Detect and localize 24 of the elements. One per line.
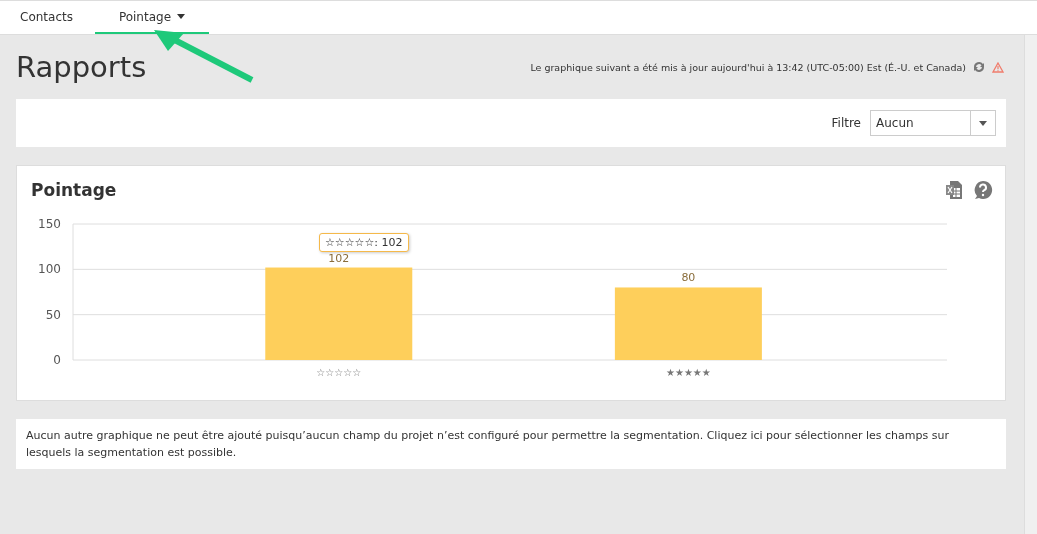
data-label: 102 <box>328 251 350 265</box>
filter-dropdown[interactable]: Aucun <box>870 110 996 136</box>
segmentation-message: Aucun autre graphique ne peut être ajouté puisqu’aucun champ du projet n’est configuré pour permettre la segmentation. Cliquez ici pour sélectionner les champs sur lesquels la segmentation est possible. <box>26 428 950 461</box>
chart-tooltip: ☆☆☆☆☆: 102 <box>319 233 409 252</box>
warning-icon[interactable] <box>992 61 1004 73</box>
chart-bar[interactable] <box>265 267 413 360</box>
axis-tick-label: 0 <box>53 353 61 367</box>
update-notice: Le graphique suivant a été mis à jour aujourd'hui à 13:42 (UTC-05:00) Est (É.-U. et Canada) <box>530 61 966 73</box>
filter-label: Filtre <box>831 116 861 130</box>
chart-bar[interactable] <box>614 287 762 360</box>
help-icon[interactable] <box>973 180 993 200</box>
axis-tick-label: 100 <box>38 262 61 277</box>
axis-tick-label: 150 <box>38 217 61 231</box>
spreadsheet-icon[interactable] <box>945 180 963 200</box>
page-title: Rapports <box>16 50 147 84</box>
data-label: 80 <box>681 271 696 285</box>
category-label: ☆☆☆☆☆ <box>316 367 362 378</box>
caret-icon <box>979 120 987 126</box>
nav-tab[interactable]: Contacts <box>0 1 95 34</box>
refresh-icon[interactable] <box>972 61 986 73</box>
chart-title: Pointage <box>31 180 117 200</box>
category-label: ★★★★★ <box>665 367 711 378</box>
axis-tick-label: 50 <box>45 307 61 322</box>
scrollbar[interactable] <box>1024 35 1037 534</box>
